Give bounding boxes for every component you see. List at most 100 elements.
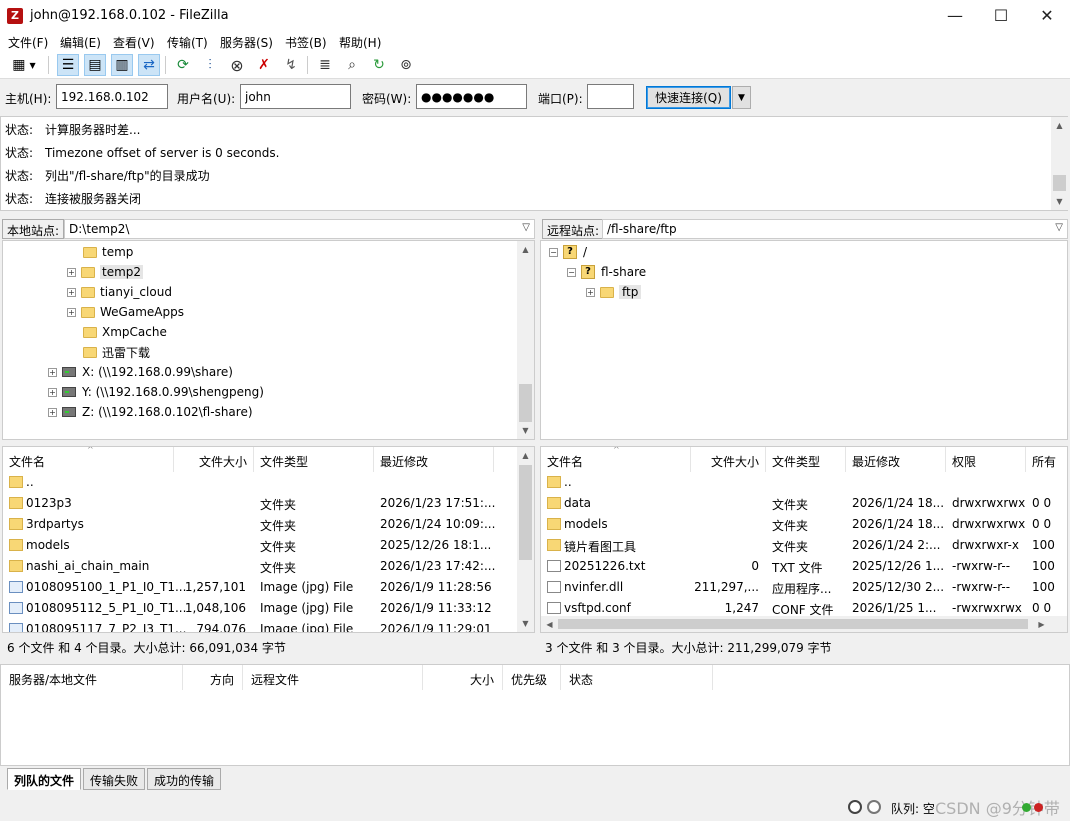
site-manager-icon[interactable]: ▦ ▼ [5,54,43,76]
collapse-icon[interactable]: − [567,267,576,277]
menu-edit[interactable]: 编辑(E) [60,34,101,51]
local-path-input[interactable]: D:\temp2\ ▽ [64,219,535,239]
queue-column-remote[interactable]: 远程文件 [243,665,423,690]
expand-icon[interactable]: + [48,407,57,417]
remote-path-input[interactable]: /fl-share/ftp ▽ [602,219,1068,239]
table-row[interactable]: 0123p3 文件夹 2026/1/23 17:51:... [3,493,534,514]
tree-item[interactable]: + temp2 [67,262,144,282]
table-row[interactable]: models 文件夹 2025/12/26 18:1... [3,535,534,556]
table-row[interactable]: .. [3,472,534,493]
column-header-size[interactable]: 文件大小 [691,447,766,472]
table-row[interactable]: models 文件夹 2026/1/24 18... drwxrwxrwx 0 0 [541,514,1067,535]
scroll-thumb[interactable] [519,465,532,560]
queue-column-priority[interactable]: 优先级 [503,665,561,690]
menu-transfer[interactable]: 传输(T) [167,34,208,51]
column-header-permissions[interactable]: 权限 [946,447,1026,472]
expand-icon[interactable]: + [67,307,76,317]
reconnect-icon[interactable]: ↯ [280,54,302,76]
menu-bookmarks[interactable]: 书签(B) [285,34,327,51]
search-icon[interactable]: ⌕ [341,54,363,76]
tree-item[interactable]: XmpCache [83,322,167,342]
scroll-thumb[interactable] [519,384,532,422]
username-input[interactable] [240,84,351,109]
close-button[interactable]: ✕ [1024,0,1070,31]
log-scrollbar[interactable]: ▲ ▼ [1051,117,1068,210]
tree-item[interactable]: 迅雷下载 [83,342,150,362]
filter-icon[interactable]: ⫶ [199,54,221,76]
expand-icon[interactable]: + [48,367,57,377]
scroll-down-icon[interactable]: ▼ [1051,193,1068,210]
menu-file[interactable]: 文件(F) [8,34,48,51]
quickconnect-button[interactable]: 快速连接(Q) [646,86,731,109]
disconnect-icon[interactable]: ✗ [253,54,275,76]
tab-successful-transfers[interactable]: 成功的传输 [147,768,222,790]
queue-column-local[interactable]: 服务器/本地文件 [1,665,183,690]
column-header-size[interactable]: 文件大小 [174,447,254,472]
scroll-left-icon[interactable]: ◀ [541,616,558,632]
scroll-down-icon[interactable]: ▼ [517,615,534,632]
tree-item[interactable]: + Z: (\\192.168.0.102\fl-share) [48,402,253,422]
table-row[interactable]: .. [541,472,1067,493]
table-row[interactable]: 3rdpartys 文件夹 2026/1/24 10:09:... [3,514,534,535]
expand-icon[interactable]: + [67,287,76,297]
table-row[interactable]: 0108095100_1_P1_I0_T1... 1,257,101 Image (… [3,577,534,598]
chevron-down-icon[interactable]: ▽ [522,222,530,233]
expand-icon[interactable]: + [586,287,595,297]
expand-icon[interactable]: + [67,267,76,277]
column-header-modified[interactable]: 最近修改 [846,447,946,472]
password-input[interactable] [416,84,527,109]
expand-icon[interactable]: + [48,387,57,397]
chevron-down-icon[interactable]: ▽ [1055,222,1063,233]
local-tree-icon[interactable]: ▤ [84,54,106,76]
remote-tree-icon[interactable]: ▥ [111,54,133,76]
queue-column-direction[interactable]: 方向 [183,665,243,690]
table-row[interactable]: 镜片看图工具 文件夹 2026/1/24 2:... drwxrwxr-x 100 [541,535,1067,556]
table-row[interactable]: nvinfer.dll 211,297,... 应用程序... 2025/12/30 … [541,577,1067,598]
column-header-type[interactable]: 文件类型 [254,447,374,472]
collapse-icon[interactable]: − [549,247,558,257]
view-log-icon[interactable]: ☰ [57,54,79,76]
speed-limit-icon[interactable] [867,800,881,814]
tree-item[interactable]: + X: (\\192.168.0.99\share) [48,362,233,382]
column-header-owner[interactable]: 所有 [1026,447,1067,472]
menu-help[interactable]: 帮助(H) [339,34,381,51]
quickconnect-dropdown-button[interactable]: ▼ [732,86,751,109]
tree-item[interactable]: + Y: (\\192.168.0.99\shengpeng) [48,382,264,402]
tree-item[interactable]: + ftp [586,282,642,302]
transfer-queue-icon[interactable]: ⇄ [138,54,160,76]
table-row[interactable]: 20251226.txt 0 TXT 文件 2025/12/26 1... -rwxrw… [541,556,1067,577]
table-row[interactable]: 0108095112_5_P1_I0_T1... 1,048,106 Image (… [3,598,534,619]
cancel-icon[interactable]: ⊗ [226,54,248,76]
column-header-type[interactable]: 文件类型 [766,447,846,472]
local-list-scrollbar[interactable]: ▲ ▼ [517,447,534,632]
tab-failed-transfers[interactable]: 传输失败 [83,768,146,790]
maximize-button[interactable]: ☐ [978,0,1024,31]
scroll-up-icon[interactable]: ▲ [1051,117,1068,134]
refresh-icon[interactable]: ⟳ [172,54,194,76]
scroll-thumb[interactable] [1053,175,1066,191]
sync-browse-icon[interactable]: ↻ [368,54,390,76]
menu-view[interactable]: 查看(V) [113,34,155,51]
remote-list-hscrollbar[interactable]: ◀ ▶ [541,616,1067,632]
port-input[interactable] [587,84,634,109]
table-row[interactable]: nashi_ai_chain_main 文件夹 2026/1/23 17:42:..… [3,556,534,577]
host-input[interactable] [56,84,168,109]
scroll-down-icon[interactable]: ▼ [517,422,534,439]
menu-server[interactable]: 服务器(S) [220,34,273,51]
table-row[interactable]: data 文件夹 2026/1/24 18... drwxrwxrwx 0 0 [541,493,1067,514]
column-header-modified[interactable]: 最近修改 [374,447,494,472]
tree-item[interactable]: + tianyi_cloud [67,282,172,302]
tree-item[interactable]: −? fl-share [567,262,646,282]
find-files-icon[interactable]: ⊚ [395,54,417,76]
tree-item[interactable]: + WeGameApps [67,302,184,322]
queue-column-size[interactable]: 大小 [423,665,503,690]
minimize-button[interactable]: — [932,0,978,31]
scroll-thumb[interactable] [558,619,1028,629]
queue-column-status[interactable]: 状态 [561,665,713,690]
tab-queued-files[interactable]: 列队的文件 [7,768,82,790]
table-row[interactable]: 0108095117_7_P2_I3_T1... 794,076 Image (jp… [3,619,534,632]
compare-icon[interactable]: ≣ [314,54,336,76]
settings-icon[interactable] [848,800,862,814]
tree-item[interactable]: temp [83,242,133,262]
tree-item[interactable]: −? / [549,242,587,262]
